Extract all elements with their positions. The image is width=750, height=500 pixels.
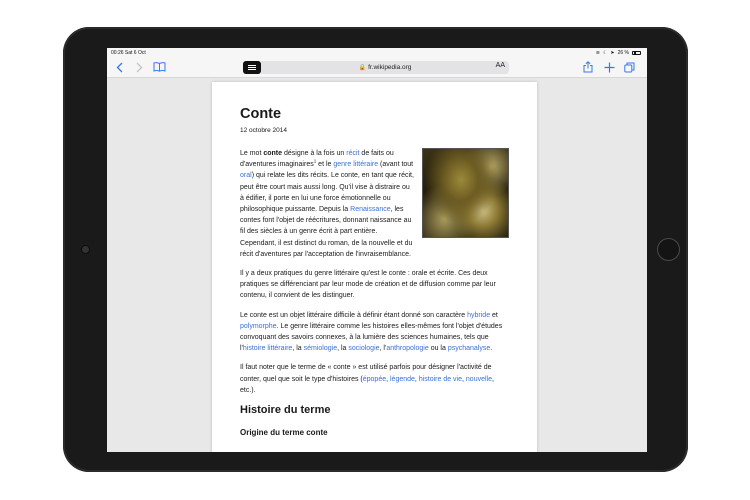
link-anthropologie[interactable]: anthropologie bbox=[386, 345, 428, 352]
text: , les contes font l'objet de réécritures… bbox=[240, 206, 413, 258]
moon-icon: ☾ bbox=[602, 49, 608, 56]
ipad-frame: 00:26 Sat 6 Oct ≋ ☾ ➤ 26 % 🔒 fr.wikipedi… bbox=[63, 27, 688, 472]
reader-view-icon bbox=[248, 64, 256, 66]
article-date: 12 octobre 2014 bbox=[240, 127, 287, 134]
battery-icon bbox=[632, 50, 641, 55]
text: et le bbox=[316, 161, 334, 169]
article-body: Le mot conte désigne à la fois un récit … bbox=[240, 148, 509, 438]
link-oral[interactable]: oral bbox=[240, 172, 252, 179]
status-bar: 00:26 Sat 6 Oct ≋ ☾ ➤ 26 % bbox=[107, 48, 647, 57]
status-date: Sat 6 Oct bbox=[124, 49, 146, 56]
bold-term: conte bbox=[263, 150, 283, 157]
subsection-title: Origine du terme conte bbox=[240, 428, 328, 438]
bookmarks-button[interactable] bbox=[151, 59, 167, 75]
reader-view-icon-line bbox=[248, 69, 256, 71]
link-histoire-litteraire[interactable]: histoire littéraire bbox=[243, 345, 292, 352]
chevron-right-icon bbox=[136, 62, 142, 72]
link-psychanalyse[interactable]: psychanalyse bbox=[448, 345, 490, 352]
url-text: fr.wikipedia.org bbox=[368, 64, 412, 71]
link-sociologie[interactable]: sociologie bbox=[348, 345, 379, 352]
tabs-icon bbox=[623, 62, 634, 72]
book-icon bbox=[153, 62, 165, 72]
screen: 00:26 Sat 6 Oct ≋ ☾ ➤ 26 % 🔒 fr.wikipedi… bbox=[107, 48, 647, 452]
article-image[interactable] bbox=[422, 148, 509, 238]
status-time-date: 00:26 Sat 6 Oct bbox=[111, 50, 146, 56]
text: désigne à la fois un bbox=[282, 150, 347, 157]
camera bbox=[82, 246, 89, 253]
section-title: Histoire du terme bbox=[240, 404, 331, 417]
share-button[interactable] bbox=[581, 59, 595, 75]
paragraph-4: Il faut noter que le terme de « conte » … bbox=[240, 362, 509, 396]
paragraph-2: Il y a deux pratiques du genre littérair… bbox=[240, 270, 496, 300]
text: Le mot bbox=[240, 150, 264, 157]
share-icon bbox=[583, 61, 593, 73]
link-renaissance[interactable]: Renaissance bbox=[350, 206, 390, 213]
wifi-icon: ≋ bbox=[595, 49, 600, 56]
text: et bbox=[490, 311, 498, 319]
status-indicators: ≋ ☾ ➤ 26 % bbox=[596, 50, 641, 56]
text: Le conte est un objet littéraire diffici… bbox=[240, 311, 468, 319]
home-button[interactable] bbox=[657, 238, 680, 261]
reader-view-icon-line bbox=[248, 67, 256, 68]
link-genre-litteraire[interactable]: genre littéraire bbox=[333, 161, 378, 168]
text-size-button[interactable]: AA bbox=[496, 62, 505, 69]
location-icon: ➤ bbox=[610, 49, 615, 56]
back-button[interactable] bbox=[112, 59, 126, 75]
link-histoire-de-vie[interactable]: histoire de vie bbox=[419, 376, 462, 383]
reader-page: Conte 12 octobre 2014 Le mot conte désig… bbox=[212, 82, 537, 452]
page-title: Conte bbox=[240, 106, 282, 122]
link-legende[interactable]: légende bbox=[390, 376, 415, 383]
link-polymorphe[interactable]: polymorphe bbox=[240, 323, 277, 330]
reader-view-button[interactable] bbox=[243, 61, 261, 74]
link-epopee[interactable]: épopée bbox=[363, 376, 386, 383]
link-recit[interactable]: récit bbox=[346, 150, 359, 157]
address-bar[interactable]: 🔒 fr.wikipedia.org AA bbox=[261, 61, 509, 74]
text: , la bbox=[337, 345, 349, 353]
lock-icon: 🔒 bbox=[358, 65, 367, 71]
battery-percent: 26 % bbox=[617, 49, 629, 56]
link-semiologie[interactable]: sémiologie bbox=[304, 345, 337, 352]
safari-toolbar: 🔒 fr.wikipedia.org AA bbox=[107, 57, 647, 78]
link-nouvelle[interactable]: nouvelle bbox=[466, 376, 492, 383]
new-tab-button[interactable] bbox=[602, 59, 616, 75]
chevron-left-icon bbox=[116, 62, 122, 72]
paragraph-3: Le conte est un objet littéraire diffici… bbox=[240, 310, 509, 355]
status-time: 00:26 bbox=[111, 49, 124, 56]
text: ou la bbox=[428, 345, 448, 353]
link-hybride[interactable]: hybride bbox=[467, 312, 490, 319]
forward-button[interactable] bbox=[132, 59, 146, 75]
text: . bbox=[490, 345, 493, 353]
plus-icon bbox=[604, 62, 614, 72]
text: , la bbox=[292, 345, 304, 353]
paragraph-1: Le mot conte désigne à la fois un récit … bbox=[240, 148, 509, 260]
tabs-button[interactable] bbox=[622, 59, 636, 75]
text: (avant tout bbox=[378, 161, 414, 169]
